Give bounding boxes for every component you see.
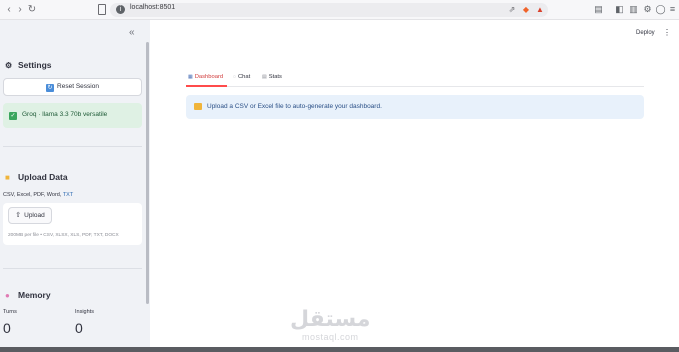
wallet-icon[interactable]: ▥ (628, 4, 639, 15)
tab-chat[interactable]: ◌ Chat (233, 74, 250, 80)
address-text[interactable]: localhost:8501 (130, 4, 175, 11)
alert-icon[interactable]: ▲ (535, 5, 545, 15)
file-types-highlight: TXT (62, 192, 74, 198)
reader-icon[interactable]: ▤ (593, 4, 604, 15)
insights-label: Insights (75, 309, 94, 315)
divider (3, 146, 142, 147)
gear-icon: ⚙ (5, 61, 13, 70)
folder-icon (194, 103, 202, 110)
deploy-button[interactable]: Deploy (636, 30, 655, 36)
reload-icon[interactable]: ↻ (26, 4, 38, 16)
memory-title: Memory (18, 290, 51, 300)
brave-shield-icon[interactable]: ◆ (521, 5, 531, 15)
sidebar: « ⚙ Settings ↻ Reset Session ✓ Groq · llam… (0, 20, 150, 347)
memory-header: ● Memory (5, 290, 51, 300)
tab-dashboard[interactable]: ▦ Dashboard (188, 74, 223, 80)
sidebar-scrollbar[interactable] (146, 42, 149, 304)
clipboard-icon: ▤ (262, 74, 267, 80)
insights-value: 0 (75, 320, 83, 336)
bookmark-icon[interactable] (98, 4, 106, 15)
watermark: مستقل mostaql.com (290, 307, 371, 343)
browser-toolbar: ‹ › ↻ i localhost:8501 ⇗ ◆ ▲ ▤ ◧ ▥ ⚙ ◯ ≡ (0, 0, 679, 20)
reset-session-label: Reset Session (57, 83, 99, 90)
collapse-sidebar-icon[interactable]: « (129, 27, 135, 38)
window-bottom-bar (0, 347, 679, 352)
watermark-latin: mostaql.com (301, 332, 359, 342)
upload-icon: ⇧ (15, 212, 22, 219)
watermark-arabic: مستقل (290, 307, 371, 332)
reset-session-button[interactable]: ↻ Reset Session (3, 78, 142, 96)
account-icon[interactable]: ◯ (655, 4, 666, 15)
refresh-icon: ↻ (46, 84, 55, 92)
forward-icon[interactable]: › (14, 4, 26, 16)
turns-value: 0 (3, 320, 11, 336)
model-status-box: ✓ Groq · llama 3.3 70b versatile (3, 103, 142, 128)
model-label: Groq · llama 3.3 70b versatile (22, 111, 108, 118)
tab-bar: ▦ Dashboard ◌ Chat ▤ Stats (186, 70, 644, 87)
chart-icon: ▦ (188, 74, 193, 80)
info-text: Upload a CSV or Excel file to auto-gener… (207, 103, 382, 110)
settings-icon[interactable]: ⚙ (642, 4, 653, 15)
sidebar-toggle-icon[interactable]: ◧ (614, 4, 625, 15)
brain-icon: ● (5, 291, 10, 300)
upload-title: Upload Data (18, 172, 68, 182)
upload-header: ■ Upload Data (5, 172, 68, 182)
tab-label: Stats (268, 74, 282, 80)
info-alert: Upload a CSV or Excel file to auto-gener… (186, 95, 644, 119)
address-bar[interactable]: i localhost:8501 ⇗ ◆ ▲ (110, 3, 548, 17)
share-icon[interactable]: ⇗ (507, 5, 517, 15)
upload-limits: 200MB per file • CSV, XLSX, XLS, PDF, TX… (8, 233, 119, 238)
divider (3, 268, 142, 269)
folder-icon: ■ (5, 173, 10, 182)
settings-header: ⚙ Settings (5, 60, 52, 70)
site-info-icon[interactable]: i (116, 5, 125, 14)
upload-button[interactable]: ⇧ Upload (8, 207, 52, 224)
more-options-icon[interactable]: ⋮ (663, 28, 671, 37)
menu-icon[interactable]: ≡ (667, 4, 678, 15)
settings-title: Settings (18, 60, 52, 70)
turns-label: Turns (3, 309, 17, 315)
file-types-label: CSV, Excel, PDF, Word, TXT (3, 192, 74, 198)
check-icon: ✓ (9, 112, 17, 120)
active-tab-indicator (186, 85, 227, 87)
tab-stats[interactable]: ▤ Stats (262, 74, 282, 80)
tab-label: Dashboard (194, 74, 224, 80)
file-dropzone[interactable]: ⇧ Upload 200MB per file • CSV, XLSX, XLS,… (3, 203, 142, 245)
chat-icon: ◌ (233, 74, 236, 80)
upload-button-label: Upload (24, 212, 45, 219)
tab-label: Chat (237, 74, 251, 80)
